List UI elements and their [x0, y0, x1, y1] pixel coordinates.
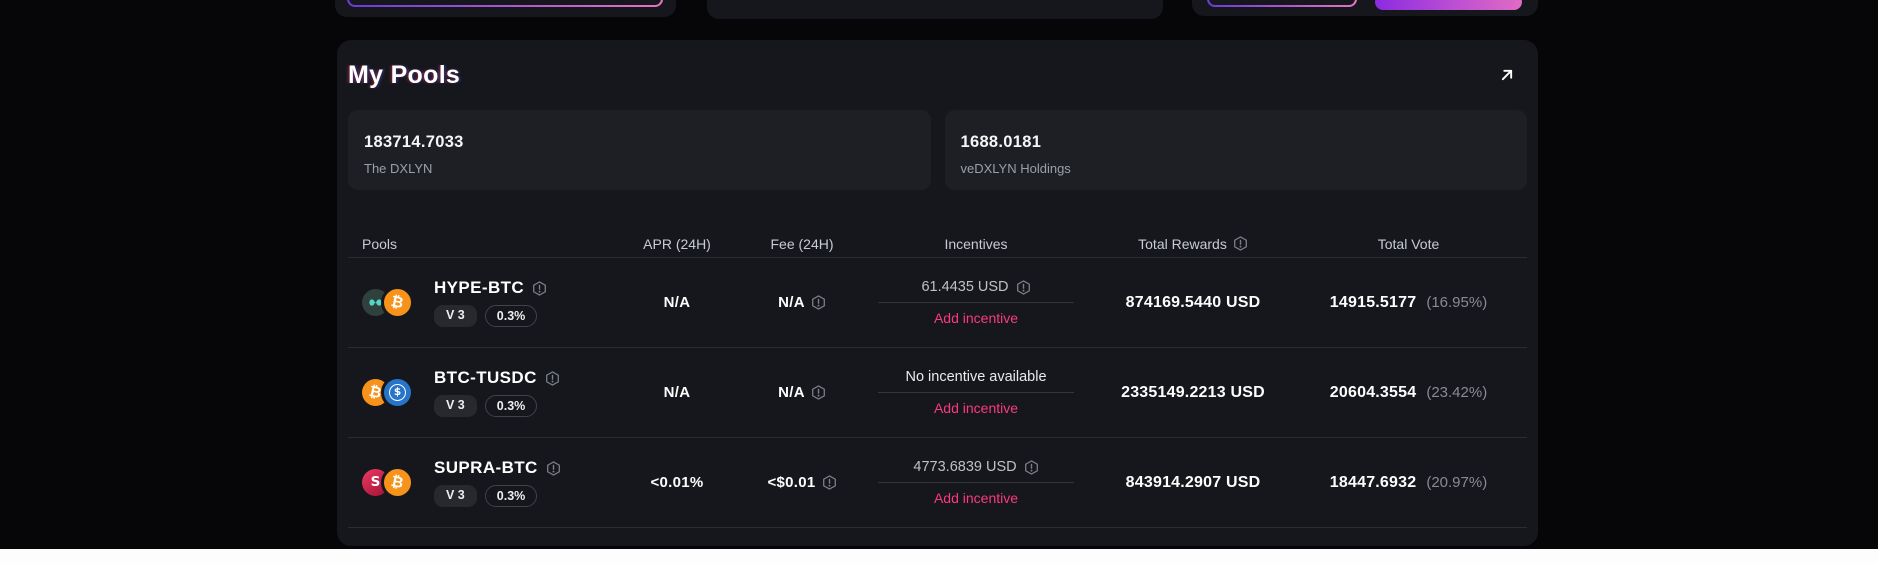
bottom-white-strip [0, 549, 1878, 563]
stat-box-vedxlyn: 1688.0181 veDXLYN Holdings [945, 110, 1528, 190]
btc-glyph: ₿ [390, 474, 405, 491]
incentives-cell: No incentive available Add incentive [856, 369, 1096, 416]
gradient-outline-button[interactable] [347, 0, 663, 7]
token-icon-pair: S ₿ [362, 466, 414, 499]
gradient-filled-button[interactable] [1375, 0, 1522, 10]
incentive-divider [878, 302, 1074, 303]
fee-value: <$0.01 [767, 474, 815, 491]
column-header-pools: Pools [348, 236, 606, 252]
stat-value: 183714.7033 [364, 133, 915, 152]
token-icon-pair: ₿ [362, 286, 414, 319]
column-header-label: Total Rewards [1138, 236, 1227, 252]
add-incentive-link[interactable]: Add incentive [934, 490, 1018, 506]
add-incentive-link[interactable]: Add incentive [934, 400, 1018, 416]
btc-glyph: ₿ [368, 384, 383, 401]
column-header-incentives: Incentives [856, 236, 1096, 252]
add-incentive-link[interactable]: Add incentive [934, 310, 1018, 326]
btc-token-icon: ₿ [381, 286, 414, 319]
pool-cell: S ₿ SUPRA-BTC V 3 0.3% [348, 458, 606, 507]
page-title: My Pools [348, 61, 460, 90]
column-header-apr: APR (24H) [606, 236, 748, 252]
pool-info: HYPE-BTC V 3 0.3% [434, 278, 547, 327]
pool-cell: ₿ $ BTC-TUSDC V 3 0.3% [348, 368, 606, 417]
tusdc-token-icon: $ [381, 376, 414, 409]
incentive-value: 61.4435 USD [921, 279, 1008, 295]
stat-value: 1688.0181 [961, 133, 1512, 152]
fee-tier-badge: 0.3% [485, 485, 538, 507]
table-header-row: Pools APR (24H) Fee (24H) Incentives Tot… [348, 230, 1527, 258]
gradient-outline-button[interactable] [1207, 0, 1357, 7]
pool-cell: ₿ HYPE-BTC V 3 0.3% [348, 278, 606, 327]
info-icon[interactable] [545, 371, 560, 386]
stat-label: The DXLYN [364, 161, 915, 176]
info-icon[interactable] [546, 461, 561, 476]
pool-info: SUPRA-BTC V 3 0.3% [434, 458, 561, 507]
incentive-value: 4773.6839 USD [913, 459, 1016, 475]
version-badge: V 3 [434, 485, 477, 507]
pools-table: Pools APR (24H) Fee (24H) Incentives Tot… [348, 230, 1527, 528]
tusdc-glyph: $ [394, 387, 401, 398]
token-icon-pair: ₿ $ [362, 376, 414, 409]
stats-row: 183714.7033 The DXLYN 1688.0181 veDXLYN … [348, 110, 1527, 190]
column-header-fee: Fee (24H) [748, 236, 856, 252]
btc-glyph: ₿ [390, 294, 405, 311]
stat-box-dxlyn: 183714.7033 The DXLYN [348, 110, 931, 190]
info-icon[interactable] [811, 295, 826, 310]
info-icon[interactable] [822, 475, 837, 490]
version-badge: V 3 [434, 305, 477, 327]
info-icon[interactable] [532, 281, 547, 296]
info-icon[interactable] [1233, 236, 1248, 251]
top-card-right [1192, 0, 1538, 16]
info-icon[interactable] [811, 385, 826, 400]
total-rewards-value: 843914.2907 USD [1126, 474, 1261, 492]
total-vote-value: 14915.5177 [1330, 294, 1417, 312]
total-vote-value: 18447.6932 [1330, 474, 1417, 492]
incentive-divider [878, 482, 1074, 483]
incentive-divider [878, 392, 1074, 393]
fee-value: N/A [778, 384, 805, 401]
btc-token-icon: ₿ [381, 466, 414, 499]
apr-value: N/A [664, 294, 691, 311]
total-rewards-value: 874169.5440 USD [1126, 294, 1261, 312]
incentives-cell: 61.4435 USD Add incentive [856, 279, 1096, 326]
top-card-left [335, 0, 676, 17]
pool-name: BTC-TUSDC [434, 368, 537, 388]
my-pools-card: My Pools 183714.7033 The DXLYN 1688.0181… [337, 40, 1538, 546]
table-row[interactable]: S ₿ SUPRA-BTC V 3 0.3% [348, 438, 1527, 528]
apr-value: <0.01% [650, 474, 703, 491]
top-card-middle [707, 0, 1163, 19]
info-icon[interactable] [1016, 280, 1031, 295]
expand-arrow-icon[interactable] [1498, 66, 1516, 84]
pool-info: BTC-TUSDC V 3 0.3% [434, 368, 560, 417]
column-header-total-vote: Total Vote [1290, 236, 1527, 252]
stat-label: veDXLYN Holdings [961, 161, 1512, 176]
column-header-total-rewards: Total Rewards [1096, 236, 1290, 252]
total-vote-percent: (23.42%) [1426, 384, 1487, 401]
incentive-value: No incentive available [905, 369, 1046, 385]
total-vote-percent: (16.95%) [1426, 294, 1487, 311]
pool-name: SUPRA-BTC [434, 458, 538, 478]
fee-tier-badge: 0.3% [485, 395, 538, 417]
total-vote-value: 20604.3554 [1330, 384, 1417, 402]
supra-glyph: S [371, 476, 381, 490]
info-icon[interactable] [1024, 460, 1039, 475]
apr-value: N/A [664, 384, 691, 401]
total-rewards-value: 2335149.2213 USD [1121, 384, 1265, 402]
incentives-cell: 4773.6839 USD Add incentive [856, 459, 1096, 506]
version-badge: V 3 [434, 395, 477, 417]
pool-name: HYPE-BTC [434, 278, 524, 298]
fee-value: N/A [778, 294, 805, 311]
fee-tier-badge: 0.3% [485, 305, 538, 327]
total-vote-percent: (20.97%) [1426, 474, 1487, 491]
table-row[interactable]: ₿ $ BTC-TUSDC V 3 0.3% [348, 348, 1527, 438]
table-row[interactable]: ₿ HYPE-BTC V 3 0.3% N/A [348, 258, 1527, 348]
